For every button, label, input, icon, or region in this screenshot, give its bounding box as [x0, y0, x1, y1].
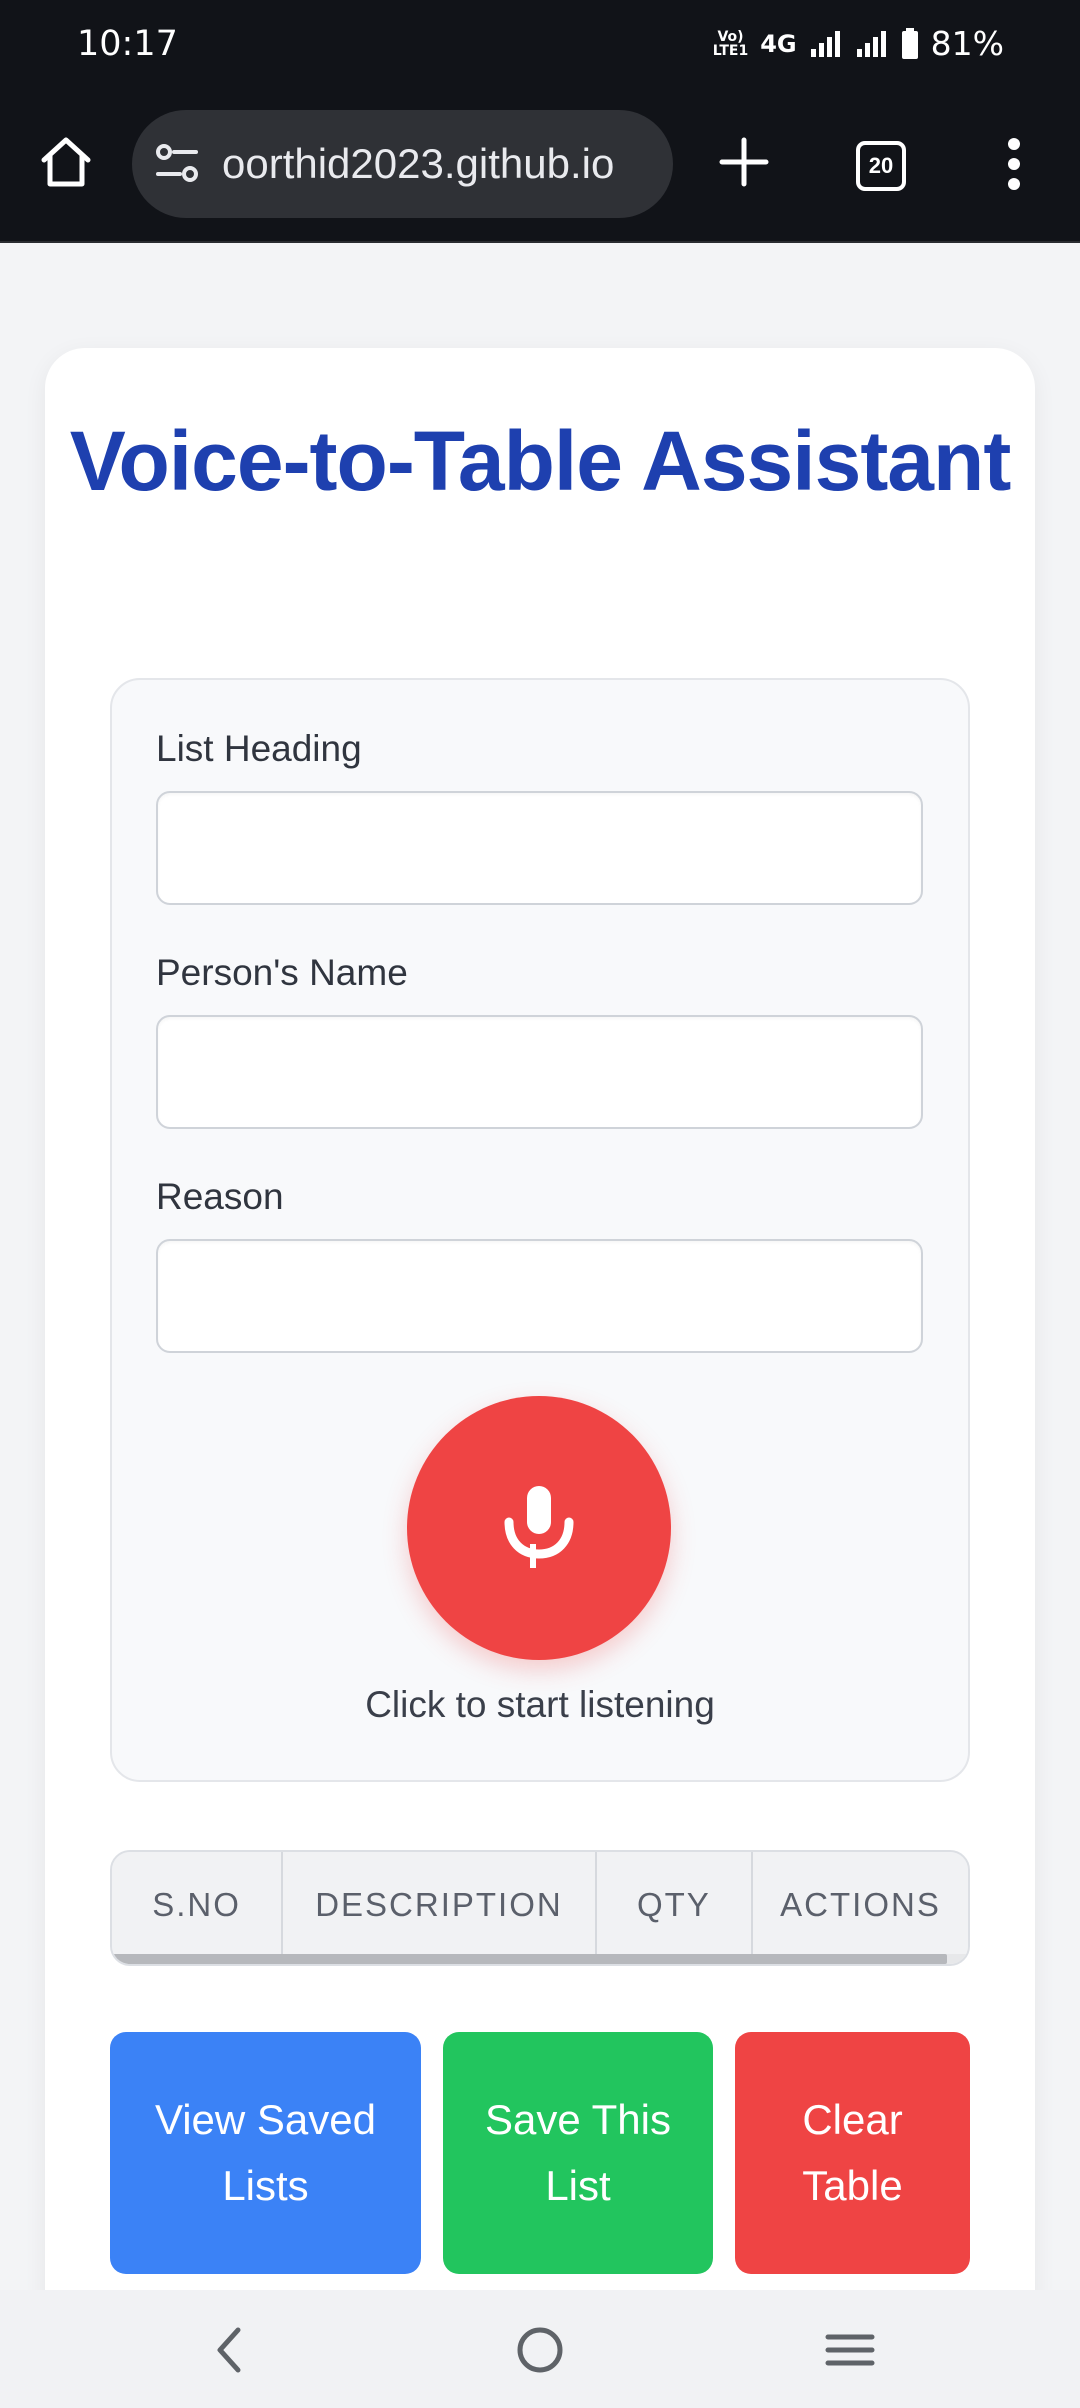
page-title: Voice-to-Table Assistant: [69, 414, 1012, 508]
signal-icon-2: [856, 30, 886, 57]
reason-input[interactable]: [156, 1239, 923, 1353]
system-nav-bar: [0, 2290, 1080, 2408]
list-heading-label: List Heading: [156, 728, 362, 769]
home-circle-icon[interactable]: [510, 2320, 570, 2380]
recent-apps-icon[interactable]: [820, 2320, 880, 2380]
url-text[interactable]: oorthid2023.github.io: [222, 140, 614, 188]
network-type: 4G: [760, 29, 797, 58]
signal-icon-1: [810, 30, 840, 57]
person-name-label: Person's Name: [156, 952, 408, 993]
mic-status-text: Click to start listening: [365, 1684, 715, 1725]
list-heading-input[interactable]: [156, 791, 923, 905]
tab-switcher-icon[interactable]: 20: [856, 141, 906, 191]
back-icon[interactable]: [200, 2320, 260, 2380]
table-scrollbar-thumb[interactable]: [112, 1954, 947, 1964]
column-header-description: DESCRIPTION: [283, 1852, 597, 1958]
table-header-row: S.NO DESCRIPTION QTY ACTIONS: [112, 1852, 968, 1958]
microphone-icon: [504, 1486, 574, 1568]
browser-toolbar: oorthid2023.github.io 20: [0, 88, 1080, 243]
more-vert-icon[interactable]: [994, 136, 1034, 192]
reason-label: Reason: [156, 1176, 284, 1217]
mic-button[interactable]: [407, 1396, 671, 1660]
status-time: 10:17: [77, 24, 178, 64]
home-icon[interactable]: [36, 132, 96, 192]
items-table[interactable]: S.NO DESCRIPTION QTY ACTIONS: [110, 1850, 970, 1966]
battery-percent: 81%: [930, 24, 1004, 63]
column-header-sno: S.NO: [112, 1852, 284, 1958]
status-bar: 10:17 Vo) LTE1 4G 81%: [0, 0, 1080, 88]
column-header-actions: ACTIONS: [753, 1852, 968, 1958]
view-saved-lists-button[interactable]: View Saved Lists: [110, 2032, 421, 2274]
volte-icon: Vo) LTE1: [712, 28, 749, 59]
site-settings-icon[interactable]: [154, 142, 200, 186]
status-icons: Vo) LTE1 4G 81%: [713, 24, 1004, 63]
column-header-qty: QTY: [596, 1852, 754, 1958]
clear-table-button[interactable]: Clear Table: [735, 2032, 970, 2274]
plus-icon[interactable]: [714, 132, 774, 192]
battery-icon: [901, 27, 918, 59]
tab-count: 20: [868, 153, 894, 178]
person-name-input[interactable]: [156, 1015, 923, 1129]
address-bar[interactable]: oorthid2023.github.io: [132, 110, 673, 218]
table-scrollbar-track[interactable]: [112, 1954, 968, 1964]
save-list-button[interactable]: Save This List: [443, 2032, 713, 2274]
